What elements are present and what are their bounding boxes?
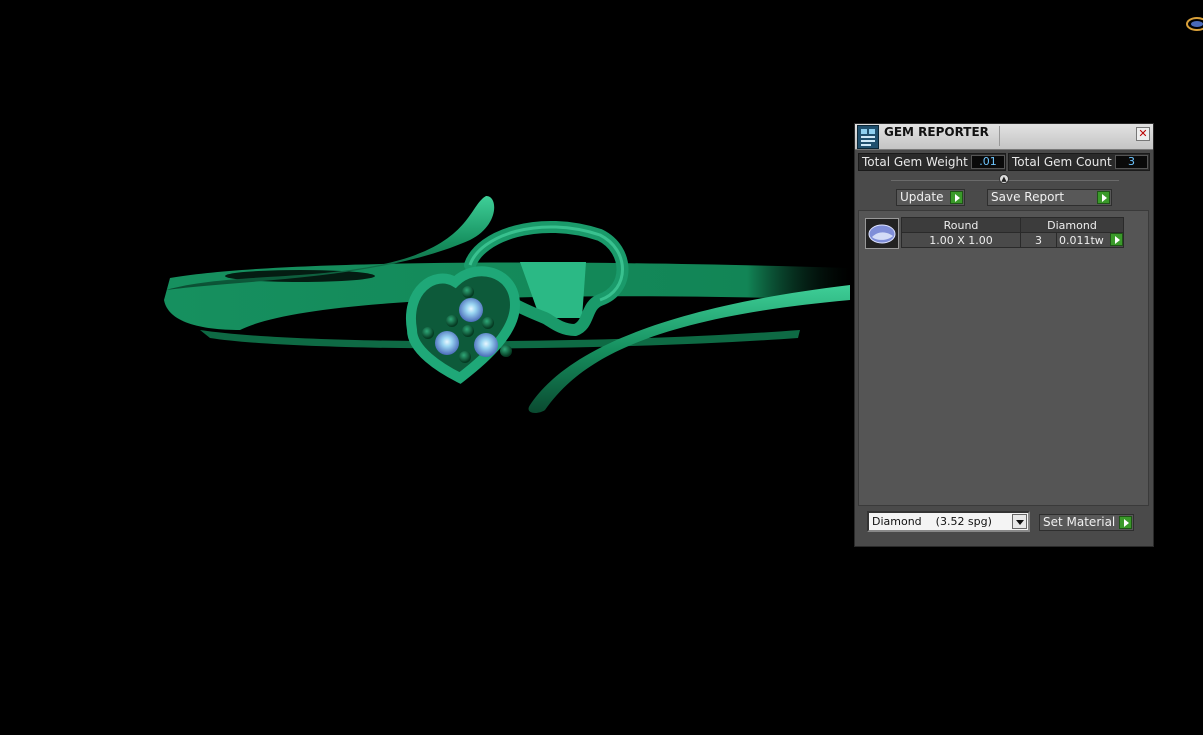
update-button-label: Update xyxy=(900,190,944,204)
gem-count-cell: 3 xyxy=(1020,232,1057,248)
total-gem-count-value: 3 xyxy=(1115,155,1148,169)
update-button[interactable]: Update xyxy=(896,189,965,206)
save-report-button-label: Save Report xyxy=(991,190,1065,204)
gem-material-cell: Diamond xyxy=(1020,217,1124,233)
gem-reporter-icon xyxy=(857,125,879,149)
gem-size-cell: 1.00 X 1.00 xyxy=(901,232,1021,248)
gem-shape-cell: Round xyxy=(901,217,1021,233)
play-arrow-icon[interactable] xyxy=(1110,233,1123,246)
total-gem-weight-value: .01 xyxy=(971,155,1005,169)
panel-titlebar[interactable]: GEM REPORTER ✕ xyxy=(855,124,1153,150)
close-button[interactable]: ✕ xyxy=(1136,127,1150,141)
material-dropdown-value: Diamond (3.52 spg) xyxy=(872,515,992,528)
gem-list: Round Diamond 1.00 X 1.00 3 0.011tw xyxy=(858,210,1149,506)
material-dropdown[interactable]: Diamond (3.52 spg) xyxy=(867,511,1030,532)
gem-weight-cell: 0.011tw xyxy=(1056,232,1124,248)
prong-bead xyxy=(446,315,458,327)
view-orientation-gizmo-icon[interactable] xyxy=(1181,10,1203,38)
prong-bead xyxy=(422,327,434,339)
play-arrow-icon[interactable] xyxy=(1097,191,1110,204)
prong-bead xyxy=(459,351,471,363)
title-divider xyxy=(999,126,1000,146)
prong-bead xyxy=(500,345,512,357)
play-arrow-icon[interactable] xyxy=(1119,516,1132,529)
gem-table: Round Diamond 1.00 X 1.00 3 0.011tw xyxy=(901,217,1124,248)
total-gem-count-field: Total Gem Count 3 xyxy=(1008,153,1150,171)
prong-bead xyxy=(462,325,474,337)
table-row[interactable]: Round Diamond xyxy=(901,217,1124,233)
panel-title: GEM REPORTER xyxy=(884,125,989,139)
gem-diamond xyxy=(459,298,483,322)
gem-reporter-panel: GEM REPORTER ✕ Total Gem Weight .01 Tota… xyxy=(854,123,1154,547)
total-gem-weight-label: Total Gem Weight xyxy=(862,155,968,169)
gem-diamond xyxy=(474,333,498,357)
gem-weight-value: 0.011tw xyxy=(1059,233,1104,247)
play-arrow-icon[interactable] xyxy=(950,191,963,204)
gem-diamond xyxy=(435,331,459,355)
round-gem-icon[interactable] xyxy=(865,218,899,249)
set-material-button[interactable]: Set Material xyxy=(1039,514,1134,531)
save-report-button[interactable]: Save Report xyxy=(987,189,1112,206)
ring-model[interactable] xyxy=(164,195,850,413)
total-gem-count-label: Total Gem Count xyxy=(1012,155,1112,169)
prong-bead xyxy=(462,286,474,298)
set-material-button-label: Set Material xyxy=(1043,515,1116,529)
total-gem-weight-field: Total Gem Weight .01 xyxy=(858,153,1006,171)
table-row[interactable]: 1.00 X 1.00 3 0.011tw xyxy=(901,232,1124,248)
chevron-down-icon[interactable] xyxy=(1012,514,1027,529)
splitter-collapse-icon[interactable]: ▲ xyxy=(999,174,1009,184)
prong-bead xyxy=(482,317,494,329)
